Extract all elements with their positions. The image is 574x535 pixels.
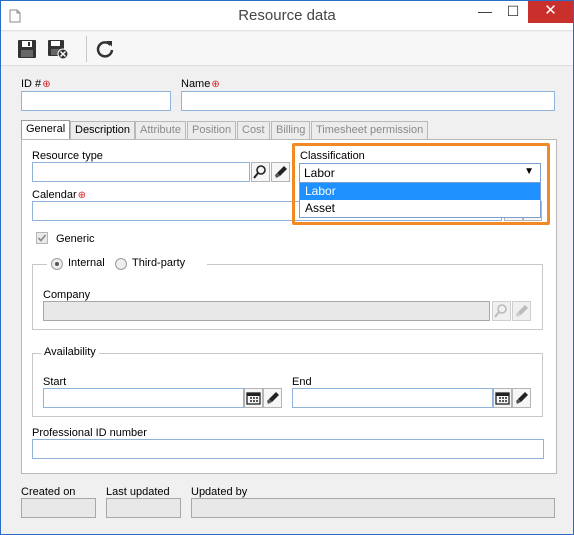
tab-position[interactable]: Position [187, 121, 237, 139]
generic-checkbox[interactable] [36, 232, 48, 244]
id-label: ID #⊕ [21, 78, 51, 90]
required-icon: ⊕ [211, 79, 220, 90]
internal-label: Internal [68, 257, 105, 269]
save-close-icon [48, 40, 69, 60]
resource-type-input[interactable] [32, 162, 250, 182]
generic-label: Generic [56, 233, 95, 245]
highlight-box [292, 143, 550, 225]
company-input [43, 301, 490, 321]
company-label: Company [43, 289, 91, 301]
minimize-button[interactable]: — [471, 1, 499, 23]
toolbar [1, 32, 573, 66]
third-party-radio[interactable] [115, 258, 127, 270]
company-search-button [492, 301, 511, 321]
calendar-icon [246, 392, 261, 405]
company-clear-button [512, 301, 531, 321]
eraser-icon [516, 305, 528, 317]
eraser-icon [516, 392, 528, 404]
updated-by-field [191, 498, 555, 518]
save-icon [18, 40, 36, 58]
close-button[interactable]: ✕ [528, 1, 573, 23]
resource-type-label: Resource type [32, 150, 103, 162]
tab-attribute[interactable]: Attribute [135, 121, 186, 139]
id-input[interactable] [21, 91, 171, 111]
eraser-icon [267, 392, 279, 404]
refresh-button[interactable] [94, 38, 118, 60]
search-icon [253, 165, 266, 179]
availability-label: Availability [41, 346, 99, 358]
start-clear-button[interactable] [263, 388, 282, 408]
eraser-icon [275, 166, 287, 178]
required-icon: ⊕ [42, 79, 51, 90]
created-on-label: Created on [21, 486, 76, 498]
resource-type-clear-button[interactable] [271, 162, 290, 182]
updated-by-label: Updated by [191, 486, 248, 498]
check-icon [37, 234, 47, 242]
tab-general[interactable]: General [21, 120, 71, 139]
toolbar-separator [86, 36, 87, 62]
save-button[interactable] [16, 38, 40, 60]
tab-billing[interactable]: Billing [271, 121, 311, 139]
refresh-icon [96, 41, 114, 58]
third-party-label: Third-party [132, 257, 186, 269]
maximize-button[interactable]: ☐ [499, 1, 527, 23]
end-date-input[interactable] [292, 388, 493, 408]
search-icon [494, 304, 507, 318]
last-updated-label: Last updated [106, 486, 170, 498]
internal-radio[interactable] [51, 258, 63, 270]
tab-timesheet-permission[interactable]: Timesheet permission [311, 121, 429, 139]
end-clear-button[interactable] [512, 388, 531, 408]
save-and-close-button[interactable] [47, 38, 71, 60]
start-label: Start [43, 376, 67, 388]
resource-data-window: Resource data — ☐ ✕ ID #⊕ Name⊕ General … [0, 0, 574, 535]
last-updated-field [106, 498, 181, 518]
tab-description[interactable]: Description [70, 121, 136, 139]
professional-id-label: Professional ID number [32, 427, 147, 439]
end-label: End [292, 376, 312, 388]
start-date-input[interactable] [43, 388, 244, 408]
tab-cost[interactable]: Cost [237, 121, 270, 139]
resource-type-search-button[interactable] [251, 162, 270, 182]
calendar-label: Calendar⊕ [32, 189, 87, 201]
start-calendar-button[interactable] [244, 388, 263, 408]
created-on-field [21, 498, 96, 518]
professional-id-input[interactable] [32, 439, 544, 459]
name-label: Name⊕ [181, 78, 220, 90]
end-calendar-button[interactable] [493, 388, 512, 408]
required-icon: ⊕ [77, 190, 87, 201]
name-input[interactable] [181, 91, 555, 111]
calendar-icon [495, 392, 510, 405]
title-bar: Resource data — ☐ ✕ [1, 1, 573, 31]
